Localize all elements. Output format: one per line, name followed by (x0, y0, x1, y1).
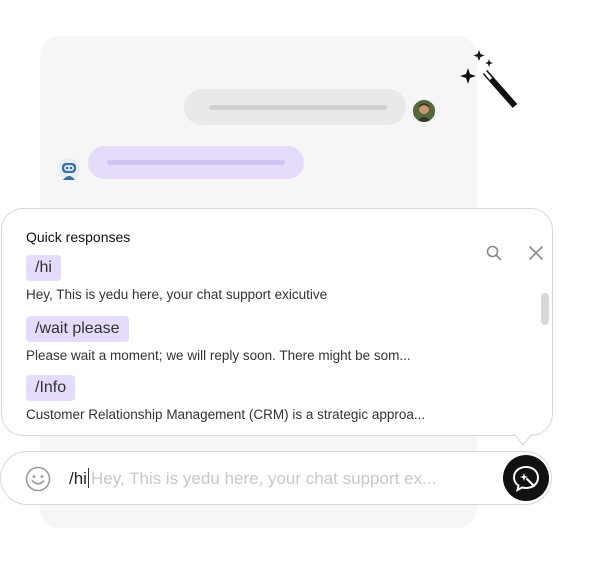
message-placeholder-line (209, 105, 387, 110)
quick-response-description: Please wait a moment; we will reply soon… (26, 348, 411, 363)
scrollbar-thumb[interactable] (541, 293, 549, 325)
user-avatar (413, 100, 435, 122)
chat-magic-icon (512, 465, 540, 492)
quick-responses-panel: Quick responses /hi Hey, This is yedu he… (1, 208, 553, 436)
smiley-icon[interactable] (25, 466, 51, 492)
quick-response-item[interactable]: /wait please Please wait a moment; we wi… (26, 316, 411, 363)
bot-avatar (58, 158, 80, 180)
message-placeholder-line (107, 160, 285, 165)
quick-response-description: Customer Relationship Management (CRM) i… (26, 407, 426, 422)
quick-response-tag: /wait please (26, 316, 129, 342)
user-message-bubble (184, 89, 406, 125)
message-input-field[interactable]: /hi Hey, This is yedu here, your chat sup… (69, 468, 436, 489)
autocomplete-suggestion: Hey, This is yedu here, your chat suppor… (90, 469, 437, 488)
close-icon[interactable] (528, 245, 544, 261)
quick-responses-title: Quick responses (26, 229, 131, 245)
quick-response-description: Hey, This is yedu here, your chat suppor… (26, 287, 328, 302)
quick-response-item[interactable]: /hi Hey, This is yedu here, your chat su… (26, 255, 327, 302)
search-icon[interactable] (486, 245, 502, 261)
quick-response-item[interactable]: /Info Customer Relationship Management (… (26, 375, 425, 422)
quick-response-tag: /hi (26, 255, 61, 281)
panel-pointer (514, 434, 532, 446)
quick-response-tag: /Info (26, 375, 76, 401)
text-cursor (87, 468, 89, 488)
send-button[interactable] (503, 455, 549, 501)
message-input-bar[interactable]: /hi Hey, This is yedu here, your chat sup… (0, 451, 552, 505)
bot-message-bubble (88, 146, 304, 179)
magic-wand-icon (455, 48, 521, 110)
typed-text: /hi (69, 469, 87, 488)
